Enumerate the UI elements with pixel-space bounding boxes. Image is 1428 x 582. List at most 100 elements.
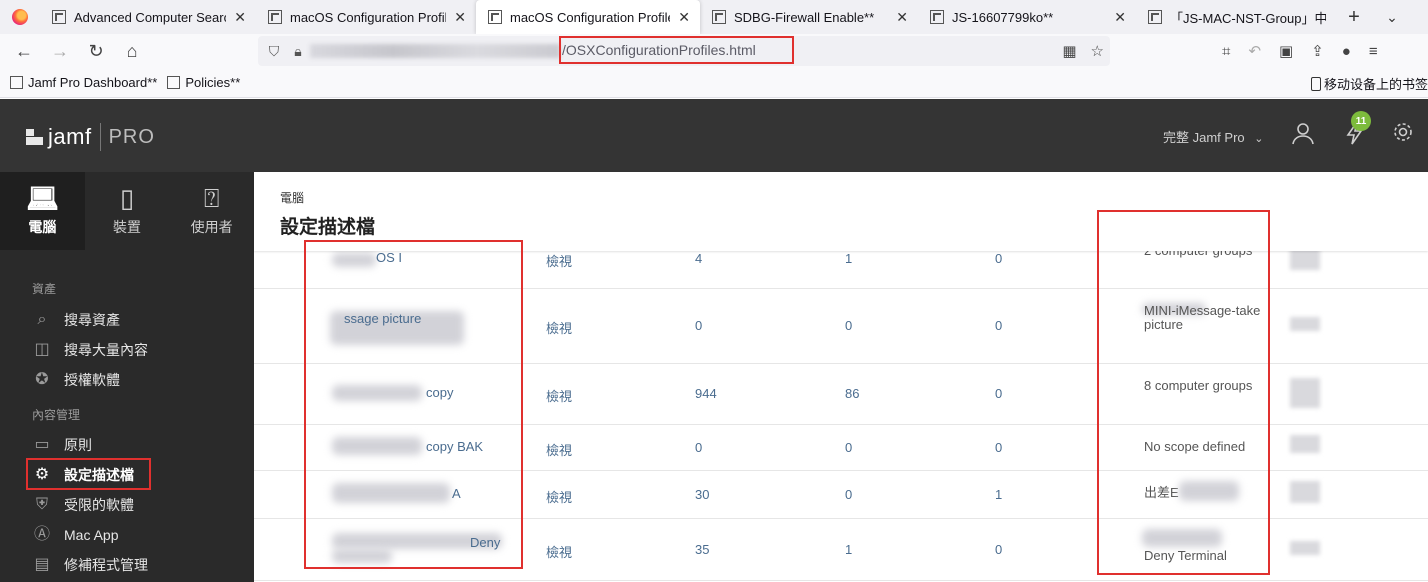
search-icon: ⌕: [37, 311, 47, 328]
back-arrow-icon[interactable]: ←: [6, 36, 42, 66]
view-link[interactable]: 檢視: [546, 386, 572, 405]
reload-icon[interactable]: ↻: [78, 36, 114, 66]
shield-icon[interactable]: ⛉: [262, 43, 286, 60]
bookmark-star-icon[interactable]: ☆: [1091, 42, 1104, 60]
firefox-menu-icon[interactable]: [0, 0, 40, 34]
patch-icon: ▤: [34, 556, 50, 573]
failed-count[interactable]: 0: [995, 440, 1002, 455]
sidebar-item-mac-apps[interactable]: Ⓐ Mac App: [32, 525, 119, 545]
sidebar-tab-users[interactable]: ⍰ 使用者: [169, 172, 254, 250]
jamf-favicon-icon: [52, 10, 66, 24]
view-link[interactable]: 檢視: [546, 251, 572, 270]
sidebar-item-patch-management[interactable]: ▤ 修補程式管理: [32, 555, 148, 575]
menu-icon[interactable]: ≡: [1369, 43, 1378, 60]
pending-count[interactable]: 1: [845, 542, 852, 557]
pending-count[interactable]: 86: [845, 386, 859, 401]
bookmark-item[interactable]: Jamf Pro Dashboard**: [10, 75, 157, 90]
sidebar-item-policies[interactable]: ▭ 原則: [32, 435, 92, 455]
license-icon: ✪: [35, 371, 49, 388]
app-store-icon: Ⓐ: [33, 526, 50, 543]
completed-count[interactable]: 4: [695, 251, 702, 266]
jamf-logo-icon: [26, 129, 44, 145]
bookmarks-bar: Jamf Pro Dashboard** Policies** 移动设备上的书签: [0, 68, 1428, 98]
home-icon[interactable]: ⌂: [114, 36, 150, 66]
new-tab-icon[interactable]: +: [1336, 0, 1372, 34]
close-tab-icon[interactable]: ✕: [446, 9, 466, 26]
browser-tab[interactable]: JS-16607799ko** ✕: [918, 0, 1136, 34]
account-user-icon[interactable]: [1291, 121, 1315, 151]
profile-icon[interactable]: ●: [1342, 43, 1351, 60]
jamf-favicon-icon: [1148, 10, 1162, 24]
undo-icon[interactable]: ↶: [1248, 42, 1261, 60]
browser-tab[interactable]: 「JS-MAC-NST-Group」中有: [1136, 0, 1336, 34]
failed-count[interactable]: 0: [995, 386, 1002, 401]
sidebar-section-content: 內容管理: [32, 408, 81, 422]
completed-count[interactable]: 0: [695, 440, 702, 455]
sidebar-tab-computers[interactable]: 💻︎ 電腦: [0, 172, 85, 250]
completed-count[interactable]: 30: [695, 487, 709, 502]
sidebar-tab-devices[interactable]: ▯ 裝置: [85, 172, 170, 250]
completed-count[interactable]: 0: [695, 318, 702, 333]
qr-code-icon[interactable]: ▦: [1062, 42, 1076, 60]
view-link[interactable]: 檢視: [546, 542, 572, 561]
extension-icon[interactable]: ▣: [1279, 42, 1293, 60]
failed-count[interactable]: 1: [995, 487, 1002, 502]
mobile-bookmarks[interactable]: 移动设备上的书签: [1310, 74, 1428, 93]
pending-count[interactable]: 0: [845, 318, 852, 333]
sidebar-item-restricted-software[interactable]: ⛨ 受限的軟體: [32, 495, 134, 515]
completed-count[interactable]: 944: [695, 386, 717, 401]
sidebar-item-licensed-software[interactable]: ✪ 授權軟體: [32, 370, 120, 390]
pending-count[interactable]: 0: [845, 487, 852, 502]
view-link[interactable]: 檢視: [546, 487, 572, 506]
jamf-header: jamf PRO 完整 Jamf Pro ⌄ 11: [0, 99, 1428, 172]
list-all-tabs-icon[interactable]: ⌄: [1372, 0, 1412, 34]
crop-screenshot-icon[interactable]: ⌗: [1222, 43, 1230, 60]
user-card-icon: ⍰: [203, 183, 220, 213]
browser-tab-active[interactable]: macOS Configuration Profile ✕: [476, 0, 700, 34]
failed-count[interactable]: 0: [995, 251, 1002, 266]
browser-nav-bar: ← → ↻ ⌂ ⛉ 🔒︎ /OSXConfigurationProfiles.h…: [0, 34, 1428, 68]
sidebar: 💻︎ 電腦 ▯ 裝置 ⍰ 使用者 資產 ⌕ 搜尋資產 ◫ 搜尋大量內容 ✪ 授權…: [0, 172, 254, 582]
close-tab-icon[interactable]: ✕: [226, 9, 246, 26]
url-bar[interactable]: ⛉ 🔒︎ /OSXConfigurationProfiles.html ▦ ☆: [258, 36, 1110, 66]
jamf-favicon-icon: [930, 10, 944, 24]
sidebar-section-assets: 資產: [32, 282, 57, 296]
mobile-phone-icon: [1310, 76, 1321, 91]
redacted-url-host: [310, 44, 560, 58]
breadcrumb[interactable]: 電腦: [280, 189, 304, 206]
jamf-favicon-icon: [10, 76, 23, 89]
view-link[interactable]: 檢視: [546, 440, 572, 459]
browser-tab[interactable]: Advanced Computer Search ✕: [40, 0, 256, 34]
bookmark-item[interactable]: Policies**: [167, 75, 240, 90]
restricted-shield-icon: ⛨: [35, 496, 48, 513]
bulk-search-icon: ◫: [34, 341, 50, 358]
pending-count[interactable]: 0: [845, 440, 852, 455]
close-tab-icon[interactable]: ✕: [670, 9, 690, 26]
completed-count[interactable]: 35: [695, 542, 709, 557]
close-tab-icon[interactable]: ✕: [888, 9, 908, 26]
notification-count-badge: 11: [1351, 111, 1371, 131]
chevron-down-icon: ⌄: [1254, 133, 1264, 145]
forward-arrow-icon[interactable]: →: [42, 36, 78, 66]
settings-gear-icon[interactable]: [1392, 121, 1414, 149]
user-menu[interactable]: 完整 Jamf Pro ⌄: [1163, 127, 1263, 146]
jamf-pro-logo[interactable]: jamf PRO: [26, 123, 155, 151]
share-icon[interactable]: ⇪: [1311, 42, 1324, 60]
laptop-icon: 💻︎: [25, 183, 59, 213]
pending-count[interactable]: 1: [845, 251, 852, 266]
browser-tab[interactable]: SDBG-Firewall Enable** ✕: [700, 0, 918, 34]
lock-icon[interactable]: 🔒︎: [286, 43, 310, 60]
jamf-favicon-icon: [268, 10, 282, 24]
failed-count[interactable]: 0: [995, 318, 1002, 333]
browser-tab[interactable]: macOS Configuration Profile ✕: [256, 0, 476, 34]
view-link[interactable]: 檢視: [546, 318, 572, 337]
jamf-favicon-icon: [712, 10, 726, 24]
jamf-favicon-icon: [488, 10, 502, 24]
mobile-device-icon: ▯: [119, 183, 135, 213]
close-tab-icon[interactable]: ✕: [1106, 9, 1126, 26]
jamf-favicon-icon: [167, 76, 181, 89]
sidebar-item-search-volume[interactable]: ◫ 搜尋大量內容: [32, 340, 148, 360]
failed-count[interactable]: 0: [995, 542, 1002, 557]
scope-column-highlight-box: [1097, 210, 1270, 575]
sidebar-item-search-inventory[interactable]: ⌕ 搜尋資產: [32, 310, 120, 330]
